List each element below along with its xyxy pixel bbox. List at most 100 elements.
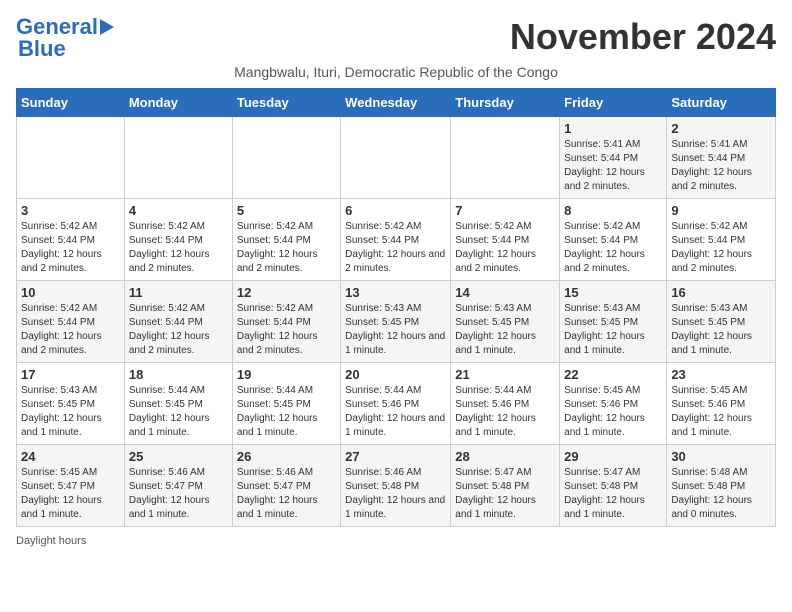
day-info: Sunrise: 5:44 AM Sunset: 5:46 PM Dayligh… — [345, 384, 446, 440]
day-info: Sunrise: 5:42 AM Sunset: 5:44 PM Dayligh… — [564, 220, 662, 276]
day-info: Sunrise: 5:44 AM Sunset: 5:46 PM Dayligh… — [455, 384, 555, 440]
day-of-week-header: Sunday — [17, 89, 125, 117]
calendar-cell: 29Sunrise: 5:47 AM Sunset: 5:48 PM Dayli… — [560, 445, 667, 527]
day-info: Sunrise: 5:46 AM Sunset: 5:47 PM Dayligh… — [129, 466, 228, 522]
calendar-week-row: 1 Sunrise: 5:41 AM Sunset: 5:44 PM Daylig… — [17, 117, 776, 199]
day-of-week-header: Saturday — [667, 89, 776, 117]
calendar-cell — [341, 117, 451, 199]
calendar-cell: 1 Sunrise: 5:41 AM Sunset: 5:44 PM Daylig… — [560, 117, 667, 199]
day-number: 9 — [671, 203, 771, 218]
day-info: Sunrise: 5:42 AM Sunset: 5:44 PM Dayligh… — [345, 220, 446, 276]
day-info: Sunrise: 5:42 AM Sunset: 5:44 PM Dayligh… — [21, 220, 120, 276]
day-number: 17 — [21, 367, 120, 382]
daylight-label: Daylight hours — [16, 535, 86, 547]
day-number: 2 — [671, 121, 771, 136]
day-info: Sunrise: 5:42 AM Sunset: 5:44 PM Dayligh… — [129, 220, 228, 276]
day-number: 13 — [345, 285, 446, 300]
calendar-cell: 5 Sunrise: 5:42 AM Sunset: 5:44 PM Daylig… — [232, 199, 340, 281]
calendar-cell: 11 Sunrise: 5:42 AM Sunset: 5:44 PM Dayli… — [124, 281, 232, 363]
day-number: 1 — [564, 121, 662, 136]
logo-blue-text: Blue — [18, 38, 66, 60]
calendar-cell: 13 Sunrise: 5:43 AM Sunset: 5:45 PM Dayli… — [341, 281, 451, 363]
header: General Blue November 2024 — [16, 16, 776, 60]
calendar-cell: 24Sunrise: 5:45 AM Sunset: 5:47 PM Dayli… — [17, 445, 125, 527]
day-info: Sunrise: 5:47 AM Sunset: 5:48 PM Dayligh… — [564, 466, 662, 522]
day-number: 6 — [345, 203, 446, 218]
calendar-cell: 17 Sunrise: 5:43 AM Sunset: 5:45 PM Dayli… — [17, 363, 125, 445]
calendar-header-row: SundayMondayTuesdayWednesdayThursdayFrid… — [17, 89, 776, 117]
day-of-week-header: Monday — [124, 89, 232, 117]
calendar-cell: 30Sunrise: 5:48 AM Sunset: 5:48 PM Dayli… — [667, 445, 776, 527]
day-info: Sunrise: 5:46 AM Sunset: 5:48 PM Dayligh… — [345, 466, 446, 522]
calendar-cell: 12 Sunrise: 5:42 AM Sunset: 5:44 PM Dayli… — [232, 281, 340, 363]
calendar-week-row: 24Sunrise: 5:45 AM Sunset: 5:47 PM Dayli… — [17, 445, 776, 527]
day-info: Sunrise: 5:45 AM Sunset: 5:46 PM Dayligh… — [564, 384, 662, 440]
day-number: 18 — [129, 367, 228, 382]
day-info: Sunrise: 5:42 AM Sunset: 5:44 PM Dayligh… — [237, 302, 336, 358]
day-info: Sunrise: 5:42 AM Sunset: 5:44 PM Dayligh… — [129, 302, 228, 358]
day-number: 19 — [237, 367, 336, 382]
day-info: Sunrise: 5:42 AM Sunset: 5:44 PM Dayligh… — [455, 220, 555, 276]
day-number: 23 — [671, 367, 771, 382]
calendar-cell: 15 Sunrise: 5:43 AM Sunset: 5:45 PM Dayli… — [560, 281, 667, 363]
day-number: 8 — [564, 203, 662, 218]
day-info: Sunrise: 5:43 AM Sunset: 5:45 PM Dayligh… — [345, 302, 446, 358]
calendar-cell — [451, 117, 560, 199]
day-info: Sunrise: 5:47 AM Sunset: 5:48 PM Dayligh… — [455, 466, 555, 522]
logo-arrow-icon — [100, 19, 114, 35]
calendar-cell: 25Sunrise: 5:46 AM Sunset: 5:47 PM Dayli… — [124, 445, 232, 527]
day-number: 5 — [237, 203, 336, 218]
calendar-cell: 18Sunrise: 5:44 AM Sunset: 5:45 PM Dayli… — [124, 363, 232, 445]
day-number: 20 — [345, 367, 446, 382]
footer-note: Daylight hours — [16, 535, 776, 547]
logo: General Blue — [16, 16, 114, 60]
day-of-week-header: Tuesday — [232, 89, 340, 117]
calendar-cell: 27Sunrise: 5:46 AM Sunset: 5:48 PM Dayli… — [341, 445, 451, 527]
calendar-table: SundayMondayTuesdayWednesdayThursdayFrid… — [16, 88, 776, 527]
calendar-cell: 9 Sunrise: 5:42 AM Sunset: 5:44 PM Daylig… — [667, 199, 776, 281]
day-of-week-header: Friday — [560, 89, 667, 117]
day-number: 11 — [129, 285, 228, 300]
day-info: Sunrise: 5:45 AM Sunset: 5:47 PM Dayligh… — [21, 466, 120, 522]
day-info: Sunrise: 5:46 AM Sunset: 5:47 PM Dayligh… — [237, 466, 336, 522]
day-info: Sunrise: 5:41 AM Sunset: 5:44 PM Dayligh… — [671, 138, 771, 194]
calendar-week-row: 3 Sunrise: 5:42 AM Sunset: 5:44 PM Daylig… — [17, 199, 776, 281]
calendar-cell: 20 Sunrise: 5:44 AM Sunset: 5:46 PM Dayli… — [341, 363, 451, 445]
calendar-cell: 4Sunrise: 5:42 AM Sunset: 5:44 PM Daylig… — [124, 199, 232, 281]
day-number: 7 — [455, 203, 555, 218]
day-info: Sunrise: 5:42 AM Sunset: 5:44 PM Dayligh… — [237, 220, 336, 276]
day-number: 21 — [455, 367, 555, 382]
calendar-cell: 2 Sunrise: 5:41 AM Sunset: 5:44 PM Daylig… — [667, 117, 776, 199]
calendar-cell — [124, 117, 232, 199]
calendar-cell — [232, 117, 340, 199]
calendar-cell: 8 Sunrise: 5:42 AM Sunset: 5:44 PM Daylig… — [560, 199, 667, 281]
calendar-cell: 28 Sunrise: 5:47 AM Sunset: 5:48 PM Dayli… — [451, 445, 560, 527]
logo-text: General — [16, 16, 98, 38]
calendar-cell: 23 Sunrise: 5:45 AM Sunset: 5:46 PM Dayli… — [667, 363, 776, 445]
calendar-cell: 16 Sunrise: 5:43 AM Sunset: 5:45 PM Dayli… — [667, 281, 776, 363]
day-info: Sunrise: 5:45 AM Sunset: 5:46 PM Dayligh… — [671, 384, 771, 440]
day-info: Sunrise: 5:48 AM Sunset: 5:48 PM Dayligh… — [671, 466, 771, 522]
day-of-week-header: Wednesday — [341, 89, 451, 117]
day-number: 28 — [455, 449, 555, 464]
month-year: November 2024 — [510, 16, 776, 58]
day-number: 10 — [21, 285, 120, 300]
day-info: Sunrise: 5:42 AM Sunset: 5:44 PM Dayligh… — [671, 220, 771, 276]
day-number: 14 — [455, 285, 555, 300]
day-info: Sunrise: 5:44 AM Sunset: 5:45 PM Dayligh… — [237, 384, 336, 440]
day-info: Sunrise: 5:43 AM Sunset: 5:45 PM Dayligh… — [671, 302, 771, 358]
day-number: 12 — [237, 285, 336, 300]
calendar-week-row: 10 Sunrise: 5:42 AM Sunset: 5:44 PM Dayli… — [17, 281, 776, 363]
day-number: 3 — [21, 203, 120, 218]
day-of-week-header: Thursday — [451, 89, 560, 117]
calendar-cell: 7 Sunrise: 5:42 AM Sunset: 5:44 PM Daylig… — [451, 199, 560, 281]
calendar-cell: 3 Sunrise: 5:42 AM Sunset: 5:44 PM Daylig… — [17, 199, 125, 281]
day-info: Sunrise: 5:43 AM Sunset: 5:45 PM Dayligh… — [21, 384, 120, 440]
day-info: Sunrise: 5:43 AM Sunset: 5:45 PM Dayligh… — [455, 302, 555, 358]
day-info: Sunrise: 5:43 AM Sunset: 5:45 PM Dayligh… — [564, 302, 662, 358]
month-title: November 2024 — [510, 16, 776, 58]
day-number: 16 — [671, 285, 771, 300]
day-info: Sunrise: 5:41 AM Sunset: 5:44 PM Dayligh… — [564, 138, 662, 194]
calendar-week-row: 17 Sunrise: 5:43 AM Sunset: 5:45 PM Dayli… — [17, 363, 776, 445]
day-number: 15 — [564, 285, 662, 300]
